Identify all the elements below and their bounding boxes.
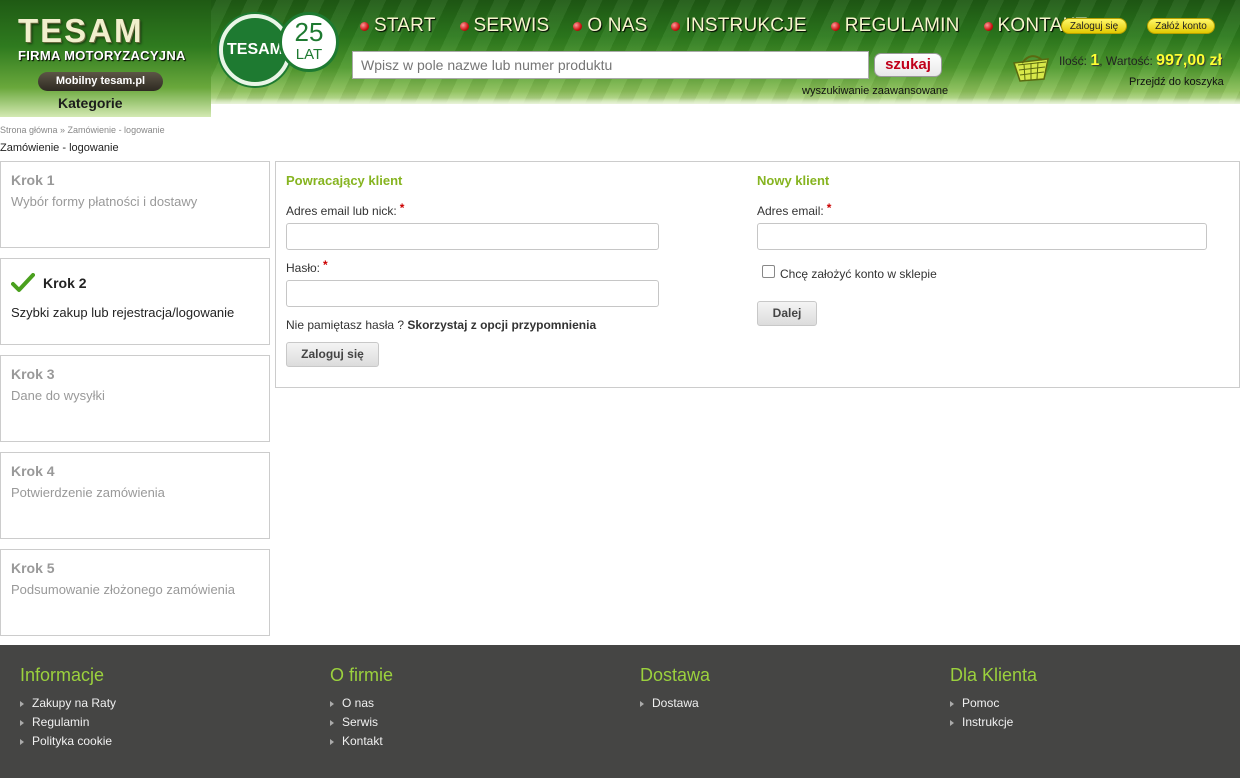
- cart-value-label: , Wartość:: [1099, 54, 1153, 68]
- step-description: Podsumowanie złożonego zamówienia: [11, 582, 236, 597]
- step-4: Krok 4 Potwierdzenie zamówienia: [0, 452, 270, 539]
- step-description: Szybki zakup lub rejestracja/logowanie: [11, 305, 235, 320]
- step-1: Krok 1 Wybór formy płatności i dostawy: [0, 161, 270, 248]
- advanced-search-link[interactable]: wyszukiwanie zaawansowane: [802, 85, 948, 97]
- main-nav: START SERWIS O NAS INSTRUKCJE REGULAMIN …: [360, 15, 1111, 37]
- site-footer: Informacje Zakupy na Raty Regulamin Poli…: [0, 645, 1240, 778]
- footer-heading: O firmie: [330, 665, 393, 685]
- nav-label: O NAS: [587, 15, 648, 36]
- site-logo[interactable]: TESAM: [18, 12, 144, 50]
- step-3: Krok 3 Dane do wysyłki: [0, 355, 270, 442]
- bullet-icon: [573, 21, 583, 31]
- new-email-label-text: Adres email:: [757, 204, 824, 218]
- step-title: Krok 4: [11, 463, 55, 479]
- bullet-icon: [671, 21, 681, 31]
- footer-heading: Dla Klienta: [950, 665, 1038, 685]
- required-mark: *: [323, 258, 328, 272]
- nav-instrukcje[interactable]: INSTRUKCJE: [671, 15, 807, 37]
- forgot-password-link[interactable]: Skorzystaj z opcji przypomnienia: [407, 318, 596, 332]
- bullet-icon: [830, 21, 840, 31]
- new-client-email-input[interactable]: [757, 223, 1207, 250]
- site-header: TESAM FIRMA MOTORYZACYJNA Mobilny tesam.…: [0, 0, 1240, 117]
- bullet-icon: [459, 21, 469, 31]
- anniversary-badge: TESAM 25 LAT: [219, 12, 341, 90]
- email-label: Adres email lub nick: *: [286, 201, 405, 218]
- footer-link[interactable]: Regulamin: [20, 713, 116, 732]
- forgot-text: Nie pamiętasz hasła ?: [286, 318, 405, 332]
- footer-col-dostawa: Dostawa Dostawa: [640, 665, 710, 713]
- step-title: Krok 5: [11, 560, 55, 576]
- footer-col-informacje: Informacje Zakupy na Raty Regulamin Poli…: [20, 665, 116, 751]
- badge-brand-text: TESAM: [227, 41, 283, 58]
- nav-label: INSTRUKCJE: [685, 15, 807, 36]
- badge-years-label: LAT: [295, 46, 323, 63]
- nav-label: SERWIS: [473, 15, 550, 36]
- login-password-input[interactable]: [286, 280, 659, 307]
- footer-link[interactable]: Zakupy na Raty: [20, 694, 116, 713]
- search-button[interactable]: szukaj: [874, 53, 942, 77]
- go-to-cart-link[interactable]: Przejdź do koszyka: [1129, 76, 1224, 88]
- cart-value: 997,00 zł: [1156, 52, 1222, 69]
- required-mark: *: [399, 201, 405, 215]
- footer-heading: Informacje: [20, 665, 105, 685]
- new-email-label: Adres email: *: [757, 201, 832, 218]
- badge-years-number: 25: [294, 17, 324, 47]
- bullet-icon: [360, 21, 369, 31]
- footer-link[interactable]: Serwis: [330, 713, 393, 732]
- nav-serwis[interactable]: SERWIS: [459, 15, 550, 37]
- footer-link[interactable]: O nas: [330, 694, 393, 713]
- footer-col-dla-klienta: Dla Klienta Pomoc Instrukcje: [950, 665, 1037, 732]
- categories-menu[interactable]: Kategorie: [58, 95, 123, 111]
- step-description: Potwierdzenie zamówienia: [11, 485, 165, 500]
- login-button[interactable]: Zaloguj się: [286, 342, 379, 367]
- create-account-checkbox[interactable]: [762, 265, 775, 278]
- nav-o-nas[interactable]: O NAS: [573, 15, 647, 37]
- search-input[interactable]: [352, 51, 869, 79]
- footer-link[interactable]: Polityka cookie: [20, 732, 116, 751]
- step-title: Krok 1: [11, 172, 55, 188]
- page-title: Zamówienie - logowanie: [0, 142, 119, 154]
- breadcrumb[interactable]: Strona główna » Zamówienie - logowanie: [0, 125, 165, 135]
- footer-link[interactable]: Pomoc: [950, 694, 1037, 713]
- next-button[interactable]: Dalej: [757, 301, 817, 326]
- cart-summary: Ilość: 1, Wartość: 997,00 zł: [1059, 52, 1222, 70]
- badge-years-circle: 25 LAT: [279, 12, 339, 72]
- footer-link[interactable]: Dostawa: [640, 694, 710, 713]
- bullet-icon: [983, 21, 993, 31]
- logo-subtitle: FIRMA MOTORYZACYJNA: [18, 48, 186, 63]
- step-description: Wybór formy płatności i dostawy: [11, 194, 198, 209]
- cart-qty-label: Ilość:: [1059, 54, 1088, 68]
- nav-regulamin[interactable]: REGULAMIN: [830, 15, 960, 37]
- step-5: Krok 5 Podsumowanie złożonego zamówienia: [0, 549, 270, 636]
- nav-label: REGULAMIN: [844, 15, 960, 36]
- login-email-input[interactable]: [286, 223, 659, 250]
- cart-basket-icon[interactable]: [1012, 53, 1050, 85]
- returning-client-title: Powracający klient: [286, 173, 403, 188]
- header-register-button[interactable]: Załóż konto: [1147, 18, 1215, 34]
- nav-label: START: [374, 15, 436, 36]
- footer-link[interactable]: Kontakt: [330, 732, 393, 751]
- login-panel: Powracający klient Adres email lub nick:…: [275, 161, 1240, 388]
- checkmark-icon: [11, 273, 35, 292]
- step-title: Krok 3: [11, 366, 55, 382]
- footer-col-o-firmie: O firmie O nas Serwis Kontakt: [330, 665, 393, 751]
- required-mark: *: [826, 201, 832, 215]
- nav-start[interactable]: START: [360, 15, 436, 37]
- step-title: Krok 2: [43, 275, 87, 291]
- create-account-label[interactable]: Chcę założyć konto w sklepie: [780, 267, 937, 281]
- step-2: Krok 2 Szybki zakup lub rejestracja/logo…: [0, 258, 270, 345]
- password-label: Hasło: *: [286, 258, 328, 275]
- cart-qty-value: 1: [1090, 52, 1100, 69]
- password-label-text: Hasło:: [286, 261, 321, 275]
- footer-heading: Dostawa: [640, 665, 711, 685]
- email-label-text: Adres email lub nick:: [286, 204, 397, 218]
- footer-link[interactable]: Instrukcje: [950, 713, 1037, 732]
- forgot-password: Nie pamiętasz hasła ? Skorzystaj z opcji…: [286, 318, 596, 332]
- header-login-button[interactable]: Zaloguj się: [1061, 18, 1127, 34]
- mobile-site-button[interactable]: Mobilny tesam.pl: [38, 72, 163, 91]
- new-client-title: Nowy klient: [757, 173, 830, 188]
- step-description: Dane do wysyłki: [11, 388, 105, 403]
